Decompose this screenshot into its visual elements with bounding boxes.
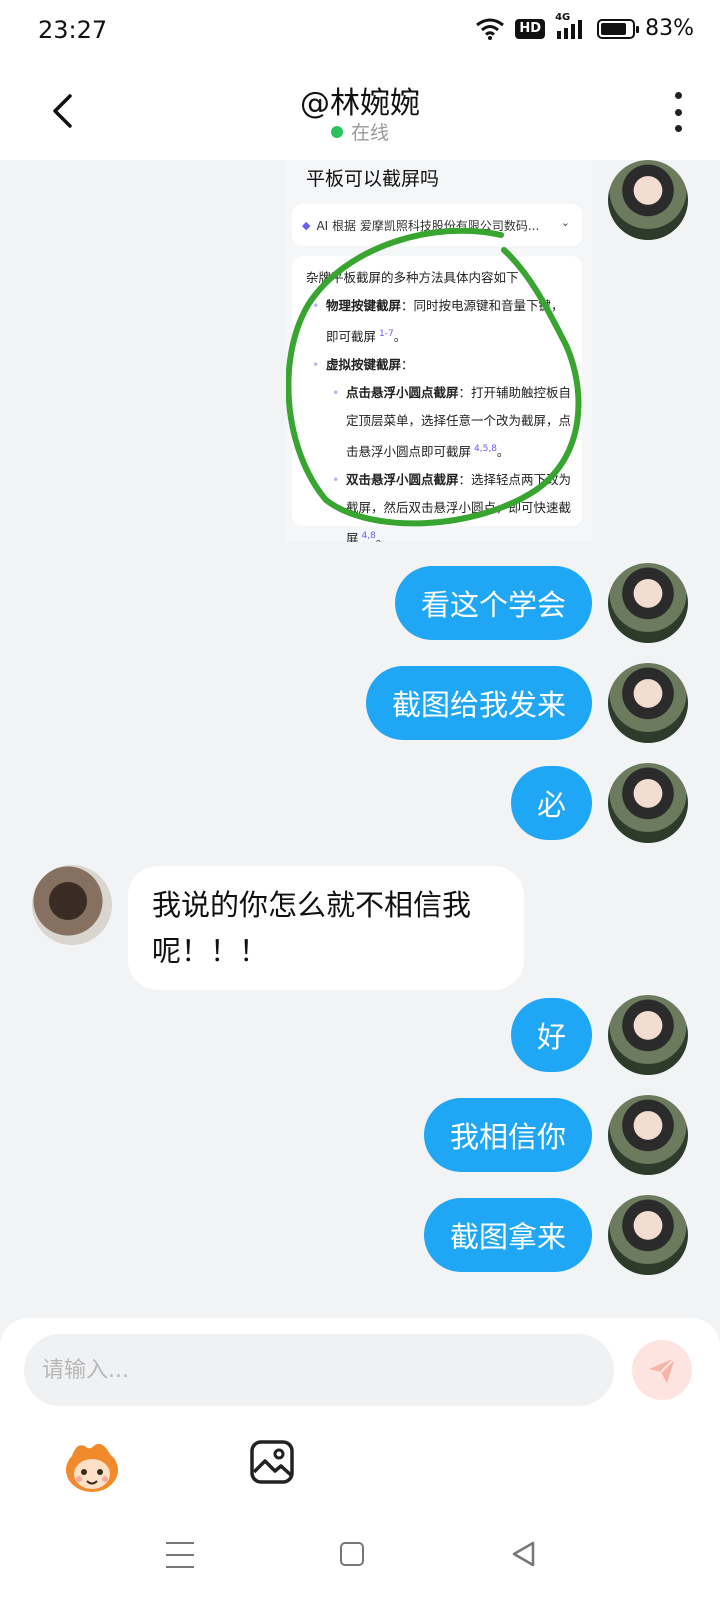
my-avatar[interactable] (608, 1095, 688, 1175)
status-time: 23:27 (38, 16, 108, 44)
message-bubble-outgoing[interactable]: 我相信你 (423, 1098, 592, 1172)
battery-level (601, 22, 627, 35)
message-bubble-outgoing[interactable]: 看这个学会 (394, 566, 592, 640)
battery-percent: 83% (645, 16, 694, 41)
my-avatar[interactable] (608, 160, 688, 240)
my-avatar[interactable] (608, 1195, 688, 1275)
message-bubble-outgoing[interactable]: 截图拿来 (423, 1198, 592, 1272)
subbullet-text: 屏 (346, 531, 359, 542)
send-button[interactable] (632, 1340, 692, 1400)
more-vertical-icon (674, 92, 682, 99)
more-button[interactable] (670, 92, 686, 132)
green-circle-annotation (286, 227, 582, 527)
nav-back-icon[interactable] (510, 1540, 536, 1568)
online-status-label: 在线 (350, 122, 389, 144)
message-bubble-outgoing[interactable]: 好 (510, 998, 592, 1072)
image-picker-button[interactable] (248, 1438, 296, 1486)
send-icon (649, 1357, 676, 1383)
mascot-icon (66, 1443, 118, 1492)
composer (0, 1318, 720, 1612)
message-bubble-incoming[interactable]: 我说的你怎么就不相信我呢！！！ (128, 866, 524, 990)
nav-home-icon[interactable] (340, 1542, 364, 1566)
bullet-period: 。 (375, 531, 389, 542)
my-avatar[interactable] (608, 563, 688, 643)
contact-name[interactable]: @林婉婉 (0, 78, 720, 122)
network-type: 4G (555, 11, 571, 23)
my-avatar[interactable] (608, 763, 688, 843)
status-bar: 23:27 HD 4G 83% (0, 0, 720, 64)
online-dot (330, 125, 343, 138)
contact-avatar[interactable] (32, 865, 112, 945)
screenshot-title: 平板可以截屏吗 (306, 168, 440, 190)
message-bubble-outgoing[interactable]: 必 (510, 766, 592, 840)
status-icons: HD 4G 83% (475, 12, 694, 41)
my-avatar[interactable] (608, 663, 688, 743)
nav-menu-icon[interactable] (166, 1542, 194, 1568)
message-input[interactable] (24, 1334, 614, 1406)
hd-badge: HD (515, 18, 546, 39)
message-bubble-outgoing[interactable]: 截图给我发来 (365, 666, 592, 740)
mascot-sticker-button[interactable] (60, 1436, 124, 1496)
my-avatar[interactable] (608, 995, 688, 1075)
signal-icon: 4G (555, 12, 587, 40)
chat-messages[interactable]: 平板可以截屏吗 ◆ AI 根据 爱摩凯照科技股份有限公司数码... ⌄ 杂牌平板… (0, 160, 720, 1320)
online-status: 在线 (0, 118, 720, 145)
battery-icon (597, 18, 640, 39)
wifi-icon (475, 18, 505, 40)
system-navigation-bar (0, 1512, 720, 1612)
image-icon (250, 1440, 294, 1484)
chat-header: @林婉婉 在线 (0, 64, 720, 160)
ref-mark: 4,8 (361, 531, 376, 542)
